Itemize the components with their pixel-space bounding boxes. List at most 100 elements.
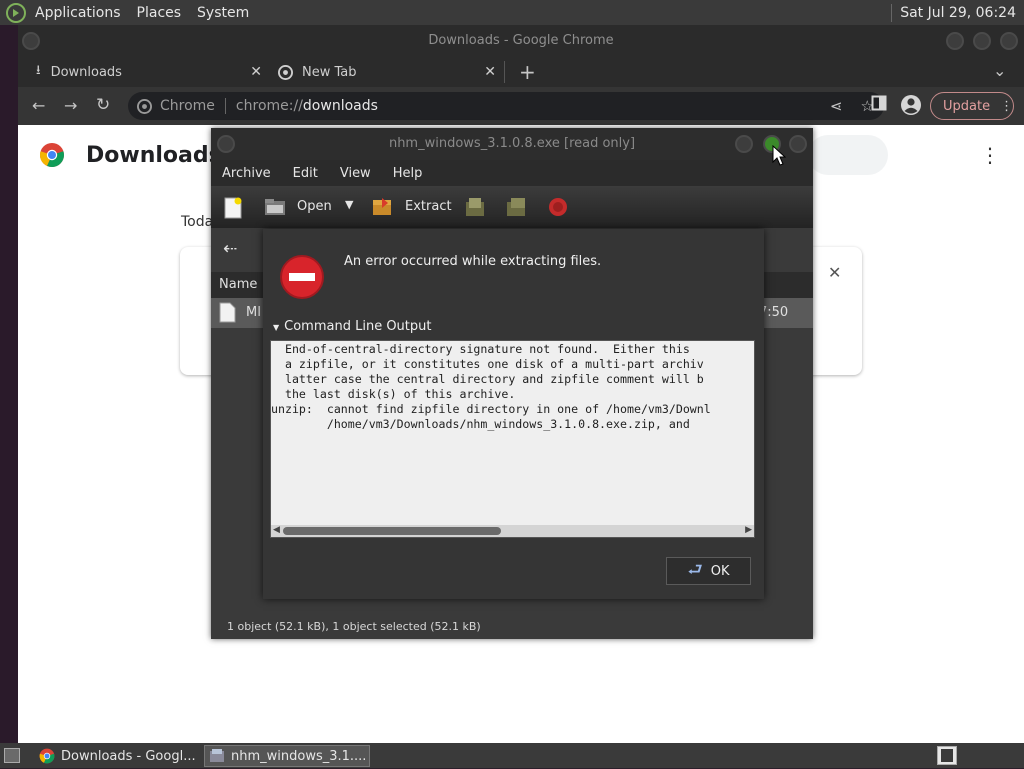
output-line: latter case the central directory and zi… bbox=[271, 372, 704, 386]
expander-label: Command Line Output bbox=[284, 319, 432, 334]
extract-icon[interactable] bbox=[371, 197, 395, 221]
ok-button[interactable]: ⮐ OK bbox=[666, 557, 751, 585]
archive-titlebar[interactable]: nhm_windows_3.1.0.8.exe [read only] bbox=[211, 128, 813, 160]
minimize-button[interactable] bbox=[946, 32, 964, 50]
output-line: a zipfile, or it constitutes one disk of… bbox=[271, 357, 704, 371]
kebab-menu-icon: ⋮ bbox=[1000, 98, 1014, 114]
archive-menu[interactable]: Archive bbox=[211, 166, 282, 181]
stop-icon[interactable] bbox=[548, 197, 568, 221]
tab-search-button[interactable]: ⌄ bbox=[993, 61, 1006, 80]
page-title: Downloads bbox=[86, 143, 222, 168]
close-button[interactable] bbox=[1000, 32, 1018, 50]
file-name: MI bbox=[246, 305, 262, 320]
tab-strip: ⭳ Downloads ✕ New Tab ✕ + ⌄ bbox=[18, 57, 1024, 87]
share-icon[interactable]: ⋖ bbox=[830, 97, 843, 115]
distro-logo-icon[interactable] bbox=[5, 2, 27, 24]
chrome-titlebar[interactable]: Downloads - Google Chrome bbox=[18, 25, 1024, 57]
output-line: /home/vm3/Downloads/nhm_windows_3.1.0.8.… bbox=[271, 417, 690, 431]
tab-label: Downloads bbox=[50, 64, 122, 80]
tab-divider bbox=[504, 61, 505, 83]
show-desktop-icon[interactable] bbox=[4, 748, 20, 767]
file-icon bbox=[219, 302, 236, 327]
date-heading: Toda bbox=[181, 214, 214, 230]
url-path: downloads bbox=[302, 98, 378, 114]
output-line: End-of-central-directory signature not f… bbox=[271, 342, 690, 356]
view-menu[interactable]: View bbox=[329, 166, 382, 181]
command-output-view[interactable]: End-of-central-directory signature not f… bbox=[270, 340, 755, 538]
tab-close-icon[interactable]: ✕ bbox=[484, 64, 496, 80]
archive-toolbar: Open ▼ Extract bbox=[211, 186, 813, 228]
edit-menu[interactable]: Edit bbox=[282, 166, 329, 181]
close-button[interactable] bbox=[789, 135, 807, 153]
error-dialog: An error occurred while extracting files… bbox=[263, 229, 764, 599]
error-icon bbox=[280, 255, 324, 299]
back-icon[interactable]: ⇠ bbox=[223, 239, 237, 259]
url-prefix: chrome:// bbox=[235, 98, 303, 114]
omnibox-divider bbox=[224, 98, 226, 114]
window-menu-button[interactable] bbox=[22, 32, 40, 50]
desktop-background bbox=[0, 25, 18, 743]
system-menu[interactable]: System bbox=[189, 5, 257, 21]
archive-menubar: Archive Edit View Help bbox=[211, 160, 813, 186]
mouse-cursor-icon bbox=[772, 145, 786, 166]
chrome-toolbar: ← → ↻ Chrome chrome://downloads ⋖ ☆ Upda… bbox=[18, 87, 1024, 125]
new-archive-icon[interactable] bbox=[223, 197, 243, 223]
taskbar-item-archive[interactable]: nhm_windows_3.1.... bbox=[204, 745, 370, 767]
chrome-logo-icon bbox=[39, 748, 55, 764]
add-files-icon[interactable] bbox=[464, 196, 488, 222]
taskbar-label: nhm_windows_3.1.... bbox=[231, 748, 367, 764]
update-button[interactable]: Update ⋮ bbox=[930, 92, 1014, 120]
horizontal-scrollbar[interactable]: ◀ ▶ bbox=[271, 525, 754, 537]
tab-close-icon[interactable]: ✕ bbox=[250, 64, 262, 80]
open-folder-icon[interactable] bbox=[264, 198, 286, 220]
error-message: An error occurred while extracting files… bbox=[344, 254, 602, 269]
places-menu[interactable]: Places bbox=[129, 5, 190, 21]
ok-label: OK bbox=[710, 563, 730, 579]
archive-window-title: nhm_windows_3.1.0.8.exe [read only] bbox=[388, 136, 636, 151]
chrome-logo-icon bbox=[40, 143, 64, 167]
chrome-logo-icon bbox=[137, 98, 152, 114]
output-line: unzip: cannot find zipfile directory in … bbox=[271, 402, 711, 416]
help-menu[interactable]: Help bbox=[382, 166, 434, 181]
download-icon: ⭳ bbox=[36, 63, 41, 78]
scroll-left-icon[interactable]: ◀ bbox=[273, 525, 280, 535]
top-panel: Applications Places System Sat Jul 29, 0… bbox=[0, 0, 1024, 25]
taskbar-label: Downloads - Googl... bbox=[61, 748, 196, 764]
chrome-window-title: Downloads - Google Chrome bbox=[428, 33, 614, 48]
extract-button[interactable]: Extract bbox=[405, 199, 452, 214]
tab-label: New Tab bbox=[302, 64, 357, 80]
add-folder-icon[interactable] bbox=[505, 196, 529, 222]
return-icon: ⮐ bbox=[687, 559, 703, 580]
remove-download-icon[interactable]: ✕ bbox=[828, 263, 841, 282]
open-dropdown-icon[interactable]: ▼ bbox=[345, 198, 353, 211]
reload-icon[interactable]: ↻ bbox=[96, 95, 110, 115]
applications-menu[interactable]: Applications bbox=[27, 5, 129, 21]
back-icon[interactable]: ← bbox=[32, 96, 45, 115]
minimize-button[interactable] bbox=[735, 135, 753, 153]
chrome-logo-icon bbox=[278, 64, 293, 80]
output-line: the last disk(s) of this archive. bbox=[271, 387, 516, 401]
address-bar[interactable]: Chrome chrome://downloads ⋖ ☆ bbox=[128, 92, 884, 120]
forward-icon[interactable]: → bbox=[64, 96, 77, 115]
archive-manager-icon bbox=[210, 749, 224, 762]
clock[interactable]: Sat Jul 29, 06:24 bbox=[892, 5, 1024, 21]
search-downloads-field[interactable] bbox=[808, 135, 888, 175]
output-expander[interactable]: ▼ Command Line Output bbox=[273, 319, 432, 334]
side-panel-icon[interactable] bbox=[871, 95, 887, 115]
scroll-right-icon[interactable]: ▶ bbox=[745, 525, 752, 535]
new-tab-button[interactable]: + bbox=[519, 60, 536, 84]
update-label: Update bbox=[943, 98, 991, 114]
profile-avatar[interactable] bbox=[900, 94, 922, 120]
maximize-button[interactable] bbox=[973, 32, 991, 50]
scrollbar-thumb[interactable] bbox=[283, 527, 501, 535]
tab-new-tab[interactable]: New Tab ✕ bbox=[278, 57, 496, 87]
status-bar: 1 object (52.1 kB), 1 object selected (5… bbox=[211, 614, 813, 639]
page-menu-icon[interactable]: ⋮ bbox=[980, 143, 1000, 167]
tab-downloads[interactable]: ⭳ Downloads ✕ bbox=[36, 57, 262, 87]
open-button[interactable]: Open bbox=[297, 199, 332, 214]
workspace-switcher-icon[interactable] bbox=[937, 746, 957, 769]
site-chip[interactable]: Chrome bbox=[160, 98, 215, 114]
taskbar: Downloads - Googl... nhm_windows_3.1.... bbox=[0, 743, 1024, 768]
taskbar-item-chrome[interactable]: Downloads - Googl... bbox=[34, 745, 200, 767]
window-menu-button[interactable] bbox=[217, 135, 235, 153]
